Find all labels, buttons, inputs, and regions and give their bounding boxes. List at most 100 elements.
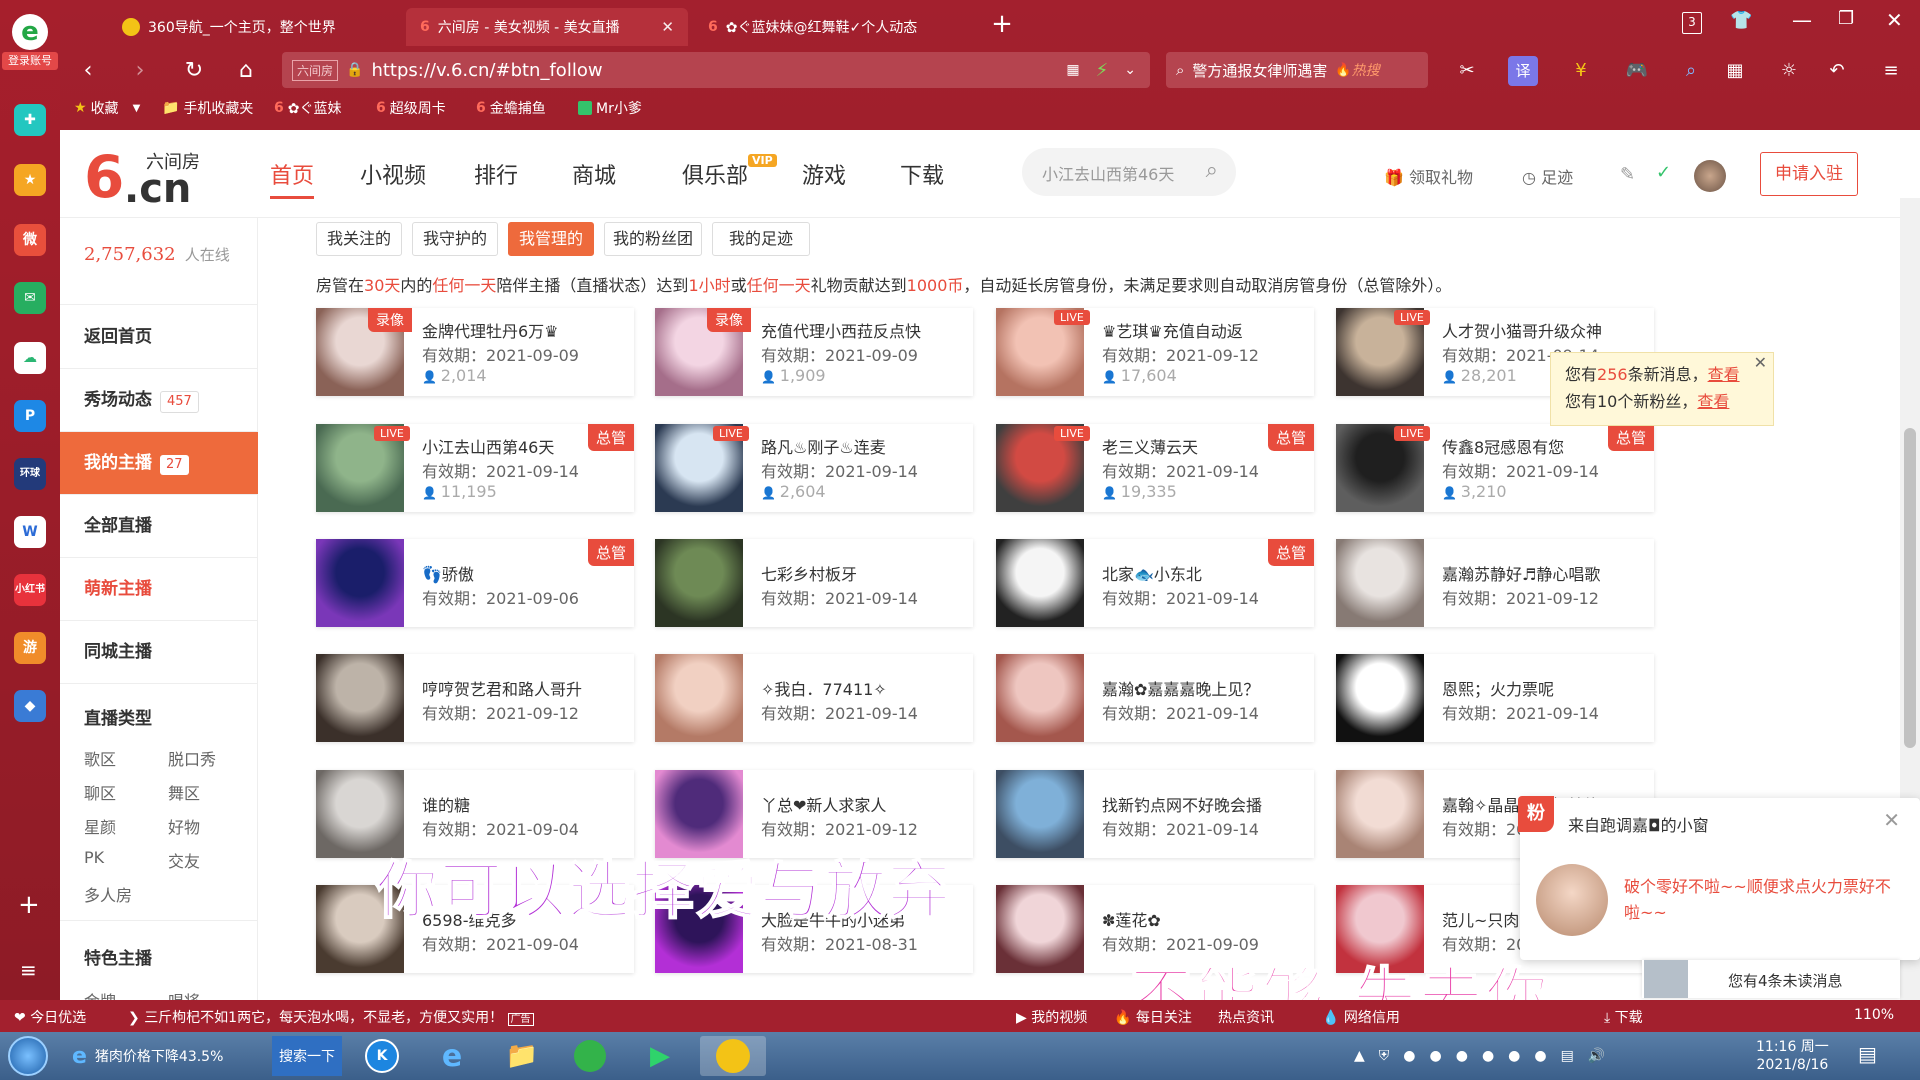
type-link[interactable]: 歌区 [84,746,116,770]
gamepad-icon[interactable]: 🎮 [1622,56,1652,86]
nav-download[interactable]: 下载 [900,158,944,190]
close-window-icon[interactable]: ✕ [1886,8,1903,32]
filter-fanclub[interactable]: 我的粉丝团 [604,222,702,256]
close-icon[interactable]: ✕ [1754,349,1767,376]
status-news[interactable]: 热点资讯 [1218,1007,1274,1027]
anchor-name[interactable]: 找新钓点网不好晚会播 [1102,792,1302,816]
game2-app-icon[interactable]: ◆ [14,690,46,722]
bookmark-mrxiaodie[interactable]: Mr小爹 [578,98,642,118]
qq-icon[interactable]: ● [1430,1048,1442,1064]
close-icon[interactable]: ✕ [1883,808,1900,832]
avatar[interactable] [1694,160,1726,192]
sidebar-item-home[interactable]: 返回首页 [60,306,258,369]
shirt-icon[interactable]: 👕 [1730,10,1752,31]
anchor-name[interactable]: 小江去山西第46天 [422,434,622,458]
undo-icon[interactable]: ↶ [1822,56,1852,86]
magnifier-icon[interactable]: ⌕ [1676,56,1706,86]
menu-icon[interactable]: ≡ [1876,56,1906,86]
anchor-card[interactable]: ✧我白．77411✧ 有效期：2021-09-14 [655,654,973,742]
lightning-icon[interactable]: ⚡ [1096,60,1109,81]
active-app-icon[interactable] [700,1036,766,1076]
nav-rank[interactable]: 排行 [474,158,518,190]
bookmark-mobile[interactable]: 📁 手机收藏夹 [162,98,253,118]
anchor-name[interactable]: 老三义薄云天 [1102,434,1302,458]
anchor-thumbnail[interactable] [1336,654,1424,742]
anchor-name[interactable]: ✧我白．77411✧ [761,676,961,700]
anchor-name[interactable]: 嘉瀚苏静好♬静心唱歌 [1442,561,1642,585]
anchor-card[interactable]: 总管 北家🐟小东北 有效期：2021-09-14 [996,539,1314,627]
sidebar-item-local[interactable]: 同城主播 [60,621,258,684]
footprint-link[interactable]: ◷ 足迹 [1522,164,1573,188]
network-icon[interactable]: ▤ [1561,1048,1574,1064]
bookmark-weekcard[interactable]: 6 超级周卡 [376,98,446,118]
anchor-card[interactable]: LIVE 路凡♨刚子♨连麦 有效期：2021-09-14 👤 2,604 [655,424,973,512]
folder-icon[interactable]: 📁 [494,1036,550,1076]
type-link[interactable]: 好物 [168,814,200,838]
type-link[interactable]: 聊区 [84,780,116,804]
nav-club[interactable]: 俱乐部 [682,158,748,190]
ie-icon[interactable]: e [424,1036,480,1076]
anchor-card[interactable]: 嘉瀚苏静好♬静心唱歌 有效期：2021-09-12 [1336,539,1654,627]
anchor-thumbnail[interactable] [1336,539,1424,627]
tab-liujianfang[interactable]: 6 六间房 - 美女视频 - 美女直播 ✕ [406,8,688,46]
zoom-level[interactable]: 110% [1854,1007,1894,1023]
nav-games[interactable]: 游戏 [802,158,846,190]
filter-managing[interactable]: 我管理的 [508,222,594,256]
nav-mall[interactable]: 商城 [572,158,616,190]
bookmark-favorites[interactable]: ★ 收藏 ▼ [74,98,140,118]
edit-icon[interactable]: ✎ [1620,164,1635,185]
scissors-icon[interactable]: ✂ [1452,56,1482,86]
qq-icon[interactable]: ● [1403,1048,1415,1064]
anchor-card[interactable]: 总管 👣骄傲 有效期：2021-09-06 [316,539,634,627]
coin-icon[interactable]: ¥ [1566,56,1596,86]
anchor-name[interactable]: 金牌代理牡丹6万♛ [422,318,622,342]
status-daily[interactable]: 🔥 每日关注 [1114,1007,1192,1027]
anchor-card[interactable]: 录像 充值代理小西菈反点快 有效期：2021-09-09 👤 1,909 [655,308,973,396]
bookmark-lanmei[interactable]: 6 ✿ぐ蓝妹 [274,98,341,118]
nav-home[interactable]: 首页 [270,158,315,199]
gift-link[interactable]: 🎁 领取礼物 [1384,164,1473,188]
anchor-name[interactable]: 谁的糖 [422,792,622,816]
anchor-thumbnail[interactable] [1336,770,1424,858]
add-app-icon[interactable]: + [18,890,40,920]
browser360-icon[interactable] [562,1036,618,1076]
ad-text[interactable]: ❯ 三斤枸杞不如1两它，每天泡水喝，不显老，方便又实用！ 广告 [128,1007,534,1027]
sidebar-item-all-live[interactable]: 全部直播 [60,495,258,558]
shield-icon[interactable]: ⛨ [1379,1048,1390,1064]
weibo-icon[interactable]: 微 [14,224,46,256]
anchor-name[interactable]: ♛艺琪♛充值自动返 [1102,318,1302,342]
qq-icon[interactable]: ● [1534,1048,1546,1064]
anchor-name[interactable]: 路凡♨刚子♨连麦 [761,434,961,458]
anchor-thumbnail[interactable] [996,539,1084,627]
type-link[interactable]: 交友 [168,848,200,872]
anchor-name[interactable]: 充值代理小西菈反点快 [761,318,961,342]
tab-360[interactable]: 360导航_一个主页，整个世界 [108,8,400,46]
status-download[interactable]: ⤓ 下载 [1604,1007,1643,1027]
anchor-thumbnail[interactable] [996,770,1084,858]
type-link[interactable]: PK [84,848,104,867]
scrollbar-thumb[interactable] [1904,428,1916,748]
filter-footprint[interactable]: 我的足迹 [712,222,810,256]
maximize-icon[interactable]: ❐ [1838,8,1854,29]
bookmark-fish[interactable]: 6 金蟾捕鱼 [476,98,546,118]
anchor-name[interactable]: 传鑫8冠感恩有您 [1442,434,1642,458]
minimize-icon[interactable]: — [1792,8,1812,32]
search-icon[interactable]: ⌕ [1206,158,1218,183]
volume-icon[interactable]: 🔊 [1588,1048,1605,1064]
apps-icon[interactable]: ▦ [1720,56,1750,86]
qq-icon[interactable]: ● [1482,1048,1494,1064]
mail-icon[interactable]: ✉ [14,282,46,314]
anchor-card[interactable]: 找新钓点网不好晚会播 有效期：2021-09-14 [996,770,1314,858]
sidebar-item-new-anchors[interactable]: 萌新主播 [60,558,258,621]
tab-count-icon[interactable]: 3 [1682,12,1702,34]
anchor-name[interactable]: 👣骄傲 [422,561,622,585]
refresh-icon[interactable]: ↻ [178,55,210,87]
site-search-input[interactable]: 小江去山西第46天 [1042,161,1174,185]
anchor-card[interactable]: 嘉瀚✿嘉嘉嘉晚上见？ 有效期：2021-09-14 [996,654,1314,742]
back-icon[interactable]: ‹ [72,55,104,87]
cloud-icon[interactable]: ☁ [14,342,46,374]
unread-bar[interactable]: 您有4条未读消息 [1642,960,1900,998]
anchor-name[interactable]: 丫总❤新人求家人 [761,792,961,816]
featured-link[interactable]: 金牌 [84,988,116,1000]
view-link[interactable]: 查看 [1697,392,1729,411]
